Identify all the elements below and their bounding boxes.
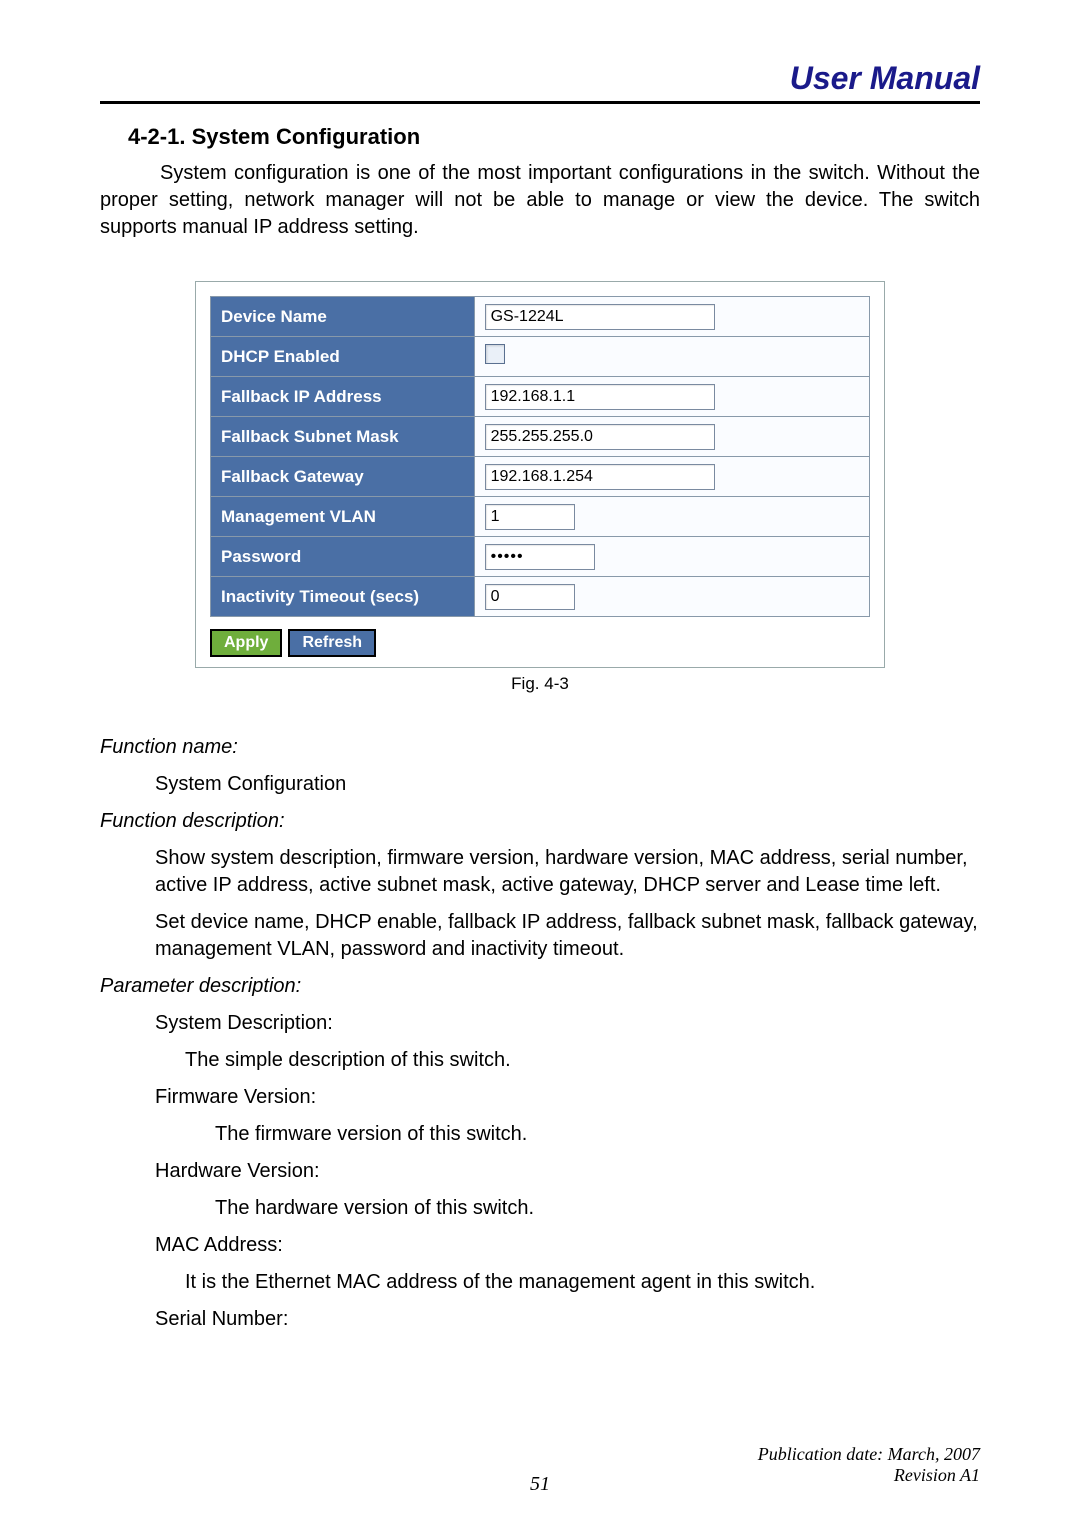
row-gateway: Fallback Gateway — [211, 457, 870, 497]
function-desc-p1: Show system description, firmware versio… — [155, 845, 980, 899]
header-title: User Manual — [790, 60, 980, 96]
section-intro: System configuration is one of the most … — [100, 160, 980, 241]
password-input[interactable] — [485, 544, 595, 570]
cell-device-name — [474, 297, 869, 337]
param-0-name: System Description: — [155, 1010, 980, 1037]
row-fallback-ip: Fallback IP Address — [211, 377, 870, 417]
config-table: Device Name DHCP Enabled Fallback IP Add… — [210, 296, 870, 617]
cell-vlan — [474, 497, 869, 537]
subnet-mask-input[interactable] — [485, 424, 715, 450]
gateway-input[interactable] — [485, 464, 715, 490]
param-2-desc: The hardware version of this switch. — [215, 1195, 980, 1222]
function-desc-p2: Set device name, DHCP enable, fallback I… — [155, 909, 980, 963]
param-3-desc: It is the Ethernet MAC address of the ma… — [185, 1269, 980, 1296]
dhcp-checkbox[interactable] — [485, 344, 505, 364]
config-box: Device Name DHCP Enabled Fallback IP Add… — [195, 281, 885, 668]
label-timeout: Inactivity Timeout (secs) — [211, 577, 475, 617]
param-3-name: MAC Address: — [155, 1232, 980, 1259]
row-device-name: Device Name — [211, 297, 870, 337]
label-password: Password — [211, 537, 475, 577]
label-fallback-ip: Fallback IP Address — [211, 377, 475, 417]
param-1-name: Firmware Version: — [155, 1084, 980, 1111]
param-1-desc: The firmware version of this switch. — [215, 1121, 980, 1148]
cell-timeout — [474, 577, 869, 617]
footer-pub: Publication date: March, 2007 — [758, 1444, 980, 1465]
section-heading: 4-2-1. System Configuration — [128, 124, 980, 150]
label-vlan: Management VLAN — [211, 497, 475, 537]
cell-password — [474, 537, 869, 577]
cell-gateway — [474, 457, 869, 497]
function-name-label: Function name: — [100, 734, 980, 761]
page-header: User Manual — [100, 60, 980, 104]
function-desc-label: Function description: — [100, 808, 980, 835]
row-password: Password — [211, 537, 870, 577]
row-vlan: Management VLAN — [211, 497, 870, 537]
param-4-name: Serial Number: — [155, 1306, 980, 1333]
vlan-input[interactable] — [485, 504, 575, 530]
param-2-name: Hardware Version: — [155, 1158, 980, 1185]
row-dhcp: DHCP Enabled — [211, 337, 870, 377]
refresh-button[interactable]: Refresh — [288, 629, 376, 657]
label-dhcp: DHCP Enabled — [211, 337, 475, 377]
figure-caption: Fig. 4-3 — [100, 674, 980, 694]
label-device-name: Device Name — [211, 297, 475, 337]
fallback-ip-input[interactable] — [485, 384, 715, 410]
param-0-desc: The simple description of this switch. — [185, 1047, 980, 1074]
page-number: 51 — [0, 1473, 1080, 1496]
cell-fallback-ip — [474, 377, 869, 417]
cell-subnet — [474, 417, 869, 457]
param-desc-label: Parameter description: — [100, 973, 980, 1000]
timeout-input[interactable] — [485, 584, 575, 610]
row-subnet: Fallback Subnet Mask — [211, 417, 870, 457]
label-subnet: Fallback Subnet Mask — [211, 417, 475, 457]
function-name-value: System Configuration — [155, 771, 980, 798]
descriptions-block: Function name: System Configuration Func… — [100, 734, 980, 1333]
button-row: Apply Refresh — [210, 629, 870, 657]
device-name-input[interactable] — [485, 304, 715, 330]
label-gateway: Fallback Gateway — [211, 457, 475, 497]
apply-button[interactable]: Apply — [210, 629, 282, 657]
row-timeout: Inactivity Timeout (secs) — [211, 577, 870, 617]
config-figure: Device Name DHCP Enabled Fallback IP Add… — [100, 281, 980, 668]
cell-dhcp — [474, 337, 869, 377]
